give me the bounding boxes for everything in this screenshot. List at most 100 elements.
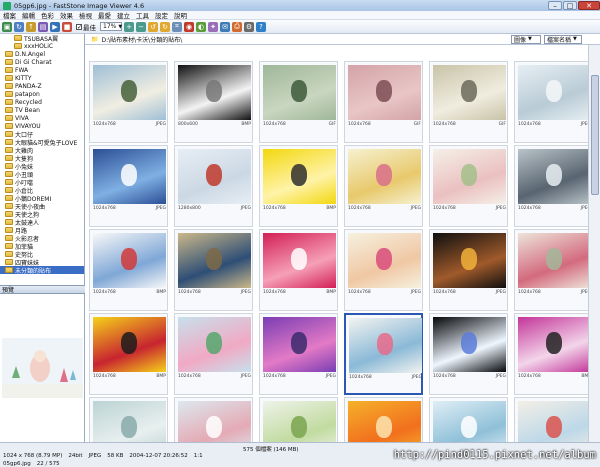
zoom-in-icon[interactable]: + (124, 21, 134, 32)
folder-item[interactable]: PANDA-Z (0, 82, 84, 90)
menu-item[interactable]: 建立 (114, 10, 133, 20)
thumbnail[interactable]: 1024x768 JPEG (344, 229, 423, 311)
sort-select[interactable]: 檔案名稱 ▼ (544, 34, 582, 44)
thumbnail[interactable]: 1024x768 JPEG (429, 145, 508, 227)
thumbnail[interactable]: 1024x768 JPEG (89, 61, 168, 143)
thumbnail[interactable]: 1024x768 GIF (259, 61, 338, 143)
thumbnail[interactable]: 1024x768 BMP (259, 145, 338, 227)
red-eye-icon[interactable]: ◉ (184, 21, 194, 32)
folder-item[interactable]: 月路 (0, 226, 84, 235)
email-icon[interactable]: ✉ (220, 21, 230, 32)
menu-item[interactable]: 編輯 (19, 10, 38, 20)
menu-item[interactable]: 設定 (152, 10, 171, 20)
color-adjust-icon[interactable]: ◐ (196, 21, 206, 32)
maximize-button[interactable]: □ (563, 1, 577, 10)
scrollbar-thumb[interactable] (591, 75, 599, 195)
folder-item[interactable]: 小丑頭 (0, 170, 84, 179)
help-icon[interactable]: ? (256, 21, 266, 32)
thumbnail[interactable]: 1024x768 JPEG (259, 313, 338, 395)
status-bar: 575 個檔案 (146 MB) 1024 x 768 (8.79 MP) 24… (0, 442, 600, 467)
view-select[interactable]: 圖像 ▼ (511, 34, 541, 44)
thumbnail[interactable]: 1024x768 JPEG (174, 313, 253, 395)
settings-icon[interactable]: ⚙ (244, 21, 254, 32)
folder-item[interactable]: 大雞肉 (0, 146, 84, 155)
vertical-scrollbar[interactable] (588, 45, 600, 442)
folder-item[interactable]: 太鼓達人 (0, 218, 84, 227)
fullscreen-icon[interactable]: ■ (62, 21, 72, 32)
status-dimensions: 1024 x 768 (8.79 MP) (3, 452, 63, 459)
menu-item[interactable]: 說明 (171, 10, 190, 20)
thumbnail[interactable] (429, 397, 508, 442)
folder-item[interactable]: TV Bean (0, 106, 84, 114)
thumbnail[interactable]: 1024x768 JPEG (344, 145, 423, 227)
menu-item[interactable]: 工具 (133, 10, 152, 20)
browse-icon[interactable]: ▤ (38, 21, 48, 32)
chevron-down-icon: ▼ (528, 36, 532, 42)
zoom-select[interactable]: 17% ▼ (100, 22, 122, 31)
thumbnail[interactable] (89, 397, 168, 442)
thumbnail[interactable]: 1024x768 JPEG (514, 145, 593, 227)
thumbnail[interactable]: 1024x768 JPEG (514, 61, 593, 143)
folder-item[interactable]: Di Gi Charat (0, 58, 84, 66)
path-bar[interactable]: 📁 D:\貼布素材\卡沃\分類的貼布\ 圖像 ▼ 檔案名稱 ▼ (85, 34, 600, 45)
thumbnail[interactable] (514, 397, 593, 442)
thumbnail[interactable] (344, 397, 423, 442)
refresh-icon[interactable]: ↻ (14, 21, 24, 32)
close-button[interactable]: ✕ (578, 1, 600, 10)
thumbnail[interactable]: 1024x768 GIF (344, 61, 423, 143)
thumbnail[interactable]: 1024x768 JPEG (89, 145, 168, 227)
minimize-button[interactable]: – (548, 1, 562, 10)
folder-item[interactable]: 火影忍者 (0, 234, 84, 243)
thumbnail-image (518, 149, 591, 204)
folder-item[interactable]: D.N.Angel (0, 50, 84, 58)
thumbnail[interactable]: 1024x768 BMP (259, 229, 338, 311)
rotate-left-icon[interactable]: ↺ (148, 21, 158, 32)
crop-icon[interactable]: ⌗ (172, 21, 182, 32)
folder-item[interactable]: VIVA (0, 114, 84, 122)
thumbnail[interactable]: 1024x768 JPEG (174, 229, 253, 311)
folder-item[interactable]: 天使之狗 (0, 210, 84, 219)
rotate-right-icon[interactable]: ↻ (160, 21, 170, 32)
slideshow-icon[interactable]: ▶ (50, 21, 60, 32)
fit-checkbox[interactable]: ✓ 最佳 (74, 22, 98, 32)
folder-item[interactable]: Recycled (0, 98, 84, 106)
thumbnail[interactable]: 1024x768 BMP (89, 229, 168, 311)
folder-item[interactable]: 天使小夜曲 (0, 202, 84, 211)
thumbnail[interactable] (259, 397, 338, 442)
thumbnail[interactable]: 1024x768 JPEG (514, 229, 593, 311)
thumbnail[interactable] (174, 397, 253, 442)
folder-item[interactable]: 加菲貓 (0, 242, 84, 251)
folder-item[interactable]: 小兔妹 (0, 162, 84, 171)
folder-item[interactable]: patapon (0, 90, 84, 98)
chevron-down-icon: ▼ (573, 36, 577, 42)
thumbnail[interactable]: 800x600 BMP (174, 61, 253, 143)
thumbnail[interactable]: 1024x768 JPEG (429, 313, 508, 395)
thumbnail[interactable]: 1024x768 JPEG (344, 313, 423, 395)
thumbnail[interactable]: 1280x800 JPEG (174, 145, 253, 227)
thumbnail[interactable]: 1024x768 GIF (429, 61, 508, 143)
folder-item[interactable]: xxxHOLiC (0, 42, 84, 50)
zoom-out-icon[interactable]: − (136, 21, 146, 32)
effects-icon[interactable]: ✦ (208, 21, 218, 32)
thumbnail[interactable]: 1024x768 BMP (89, 313, 168, 395)
open-folder-icon[interactable]: ▣ (2, 21, 12, 32)
thumbnail-meta: 1024x768 JPEG (349, 375, 422, 381)
menu-item[interactable]: 最愛 (95, 10, 114, 20)
folder-item[interactable]: 小叮噹 (0, 178, 84, 187)
folder-item[interactable]: KITTY (0, 74, 84, 82)
menu-item[interactable]: 效果 (57, 10, 76, 20)
thumbnail[interactable]: 1024x768 JPEG (429, 229, 508, 311)
print-icon[interactable]: ⎙ (232, 21, 242, 32)
folder-item[interactable]: 史努比 (0, 250, 84, 259)
folder-item[interactable]: VIVAYOU (0, 122, 84, 130)
menu-item[interactable]: 檢視 (76, 10, 95, 20)
folder-item[interactable]: 大隻狗 (0, 154, 84, 163)
menu-item[interactable]: 色彩 (38, 10, 57, 20)
folder-item[interactable]: FWA (0, 66, 84, 74)
folder-up-icon[interactable]: ↑ (26, 21, 36, 32)
thumbnail[interactable]: 1024x768 BMP (514, 313, 593, 395)
folder-item[interactable]: TSUBASA翼 (0, 34, 84, 43)
menu-item[interactable]: 檔案 (0, 10, 19, 20)
folder-item[interactable]: 未分類的貼布 (0, 266, 84, 275)
folder-item[interactable]: 大眼貓&可愛兔子LOVE (0, 138, 84, 147)
